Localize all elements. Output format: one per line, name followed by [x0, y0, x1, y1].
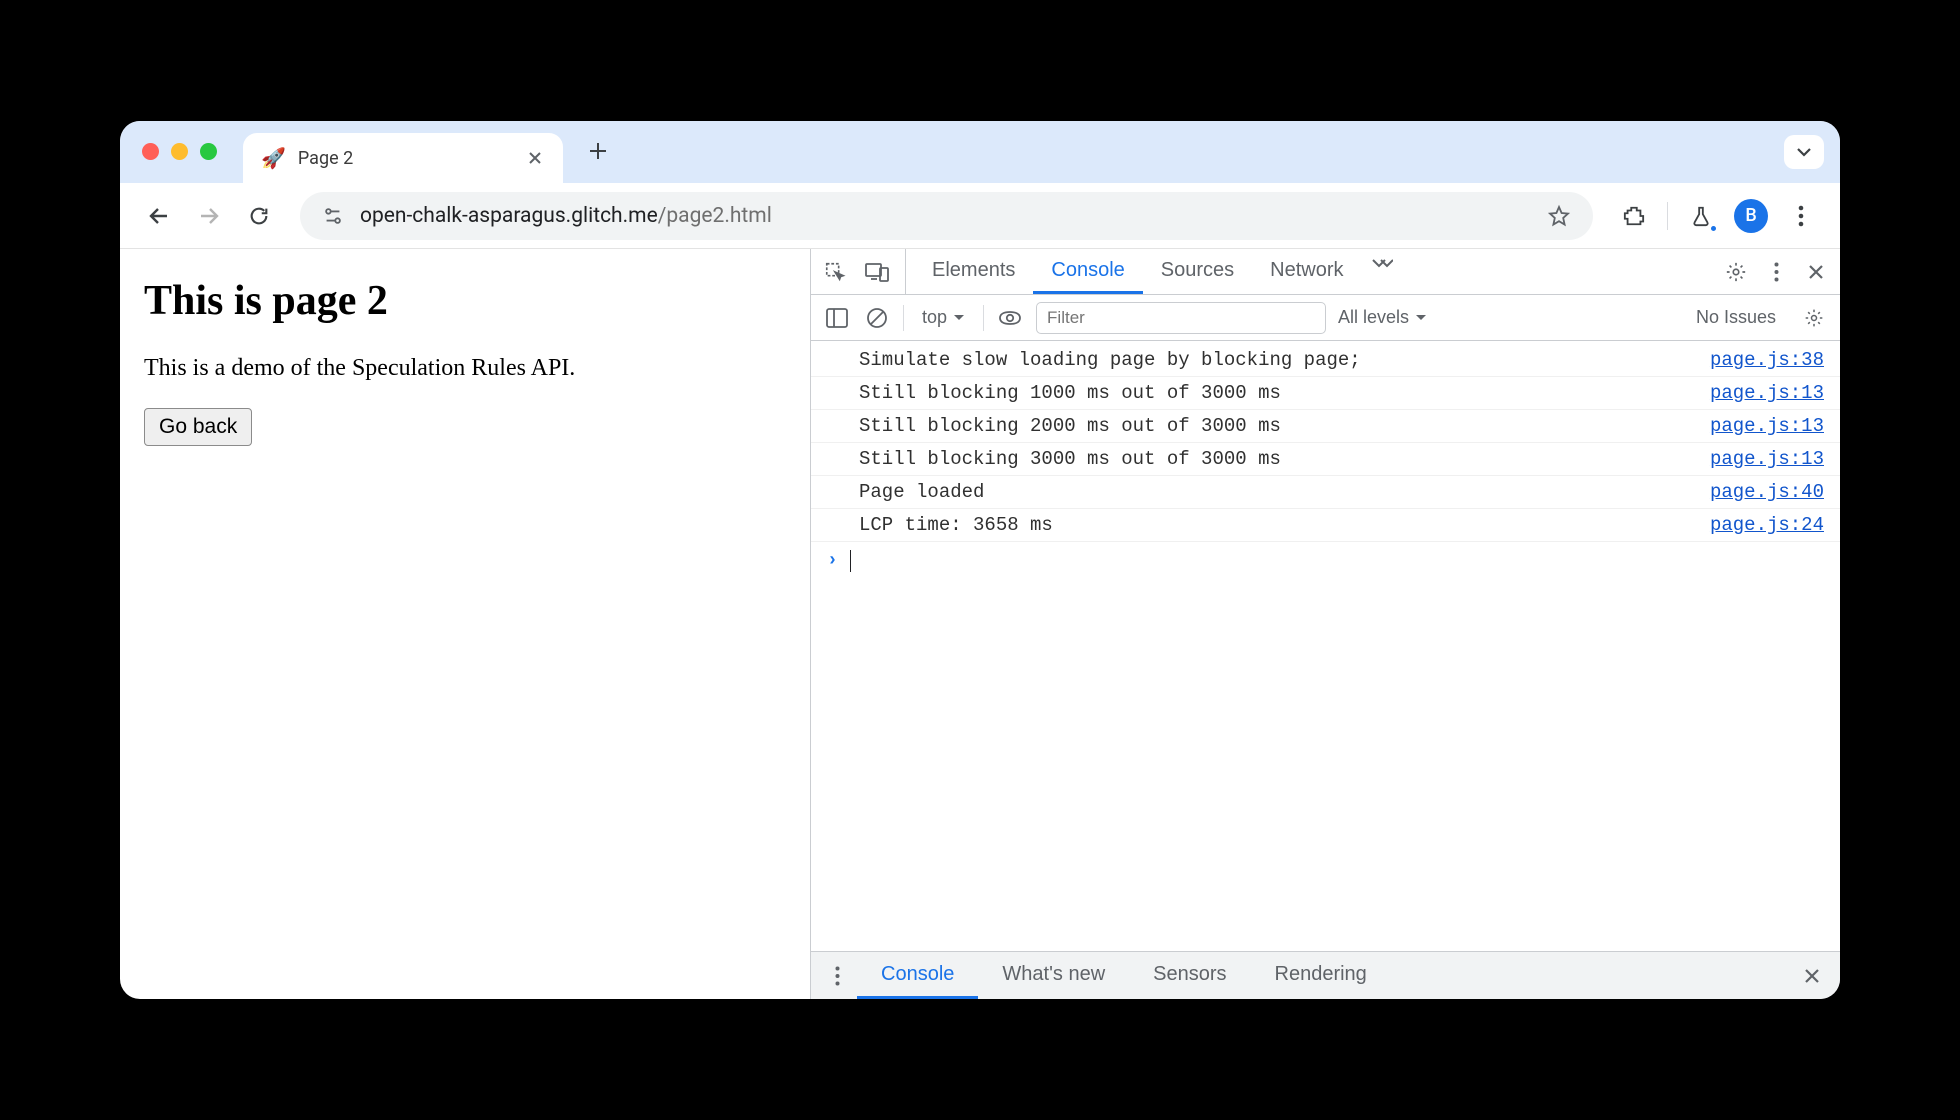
drawer-close-icon[interactable]: [1796, 968, 1828, 984]
chrome-menu-icon[interactable]: [1780, 195, 1822, 237]
drawer-tab-sensors[interactable]: Sensors: [1129, 952, 1250, 999]
devtools-tab-network[interactable]: Network: [1252, 249, 1361, 294]
console-toolbar: top All levels No Issues: [811, 295, 1840, 341]
go-back-button[interactable]: Go back: [144, 408, 252, 446]
devtools-drawer: Console What's new Sensors Rendering: [811, 951, 1840, 999]
devtools-tabbar: Elements Console Sources Network: [811, 249, 1840, 295]
new-tab-button[interactable]: [581, 142, 615, 160]
window-maximize-button[interactable]: [200, 143, 217, 160]
console-issues-button[interactable]: No Issues: [1696, 307, 1776, 328]
console-message: Still blocking 1000 ms out of 3000 ms pa…: [811, 376, 1840, 409]
console-source-link[interactable]: page.js:13: [1710, 382, 1824, 404]
tabs-overflow-button[interactable]: [1784, 135, 1824, 169]
page-paragraph: This is a demo of the Speculation Rules …: [144, 355, 786, 382]
prompt-cursor: [850, 550, 852, 572]
page-pane: This is page 2 This is a demo of the Spe…: [120, 249, 810, 999]
tab-favicon: 🚀: [261, 146, 286, 170]
devtools-kebab-icon[interactable]: [1762, 258, 1790, 286]
drawer-kebab-icon[interactable]: [823, 962, 851, 990]
inspect-element-icon[interactable]: [821, 258, 849, 286]
console-filter-input[interactable]: [1036, 302, 1326, 334]
profile-avatar[interactable]: B: [1734, 199, 1768, 233]
console-message: LCP time: 3658 ms page.js:24: [811, 508, 1840, 541]
console-message: Still blocking 2000 ms out of 3000 ms pa…: [811, 409, 1840, 442]
labs-icon[interactable]: [1680, 195, 1722, 237]
forward-button[interactable]: [188, 195, 230, 237]
back-button[interactable]: [138, 195, 180, 237]
browser-tab[interactable]: 🚀 Page 2: [243, 133, 563, 183]
devtools-tab-console[interactable]: Console: [1033, 249, 1142, 294]
console-source-link[interactable]: page.js:13: [1710, 448, 1824, 470]
page-heading: This is page 2: [144, 277, 786, 325]
console-messages: Simulate slow loading page by blocking p…: [811, 341, 1840, 951]
console-message: Simulate slow loading page by blocking p…: [811, 341, 1840, 376]
bookmark-star-icon[interactable]: [1547, 204, 1571, 228]
console-message: Still blocking 3000 ms out of 3000 ms pa…: [811, 442, 1840, 475]
devtools-more-tabs-icon[interactable]: [1368, 249, 1396, 277]
drawer-tab-console[interactable]: Console: [857, 952, 978, 999]
console-prompt[interactable]: ›: [811, 541, 1840, 580]
drawer-tab-rendering[interactable]: Rendering: [1251, 952, 1391, 999]
url-bar[interactable]: open-chalk-asparagus.glitch.me/page2.htm…: [300, 192, 1593, 240]
browser-toolbar: open-chalk-asparagus.glitch.me/page2.htm…: [120, 183, 1840, 249]
console-source-link[interactable]: page.js:13: [1710, 415, 1824, 437]
window-minimize-button[interactable]: [171, 143, 188, 160]
console-levels-button[interactable]: All levels: [1338, 307, 1427, 328]
live-expression-icon[interactable]: [996, 304, 1024, 332]
prompt-chevron-icon: ›: [827, 551, 838, 571]
devtools-close-icon[interactable]: [1802, 258, 1830, 286]
drawer-tab-whatsnew[interactable]: What's new: [978, 952, 1129, 999]
reload-button[interactable]: [238, 195, 280, 237]
window-close-button[interactable]: [142, 143, 159, 160]
devtools-tab-elements[interactable]: Elements: [914, 249, 1033, 294]
browser-window: 🚀 Page 2: [120, 121, 1840, 999]
console-clear-icon[interactable]: [863, 304, 891, 332]
console-source-link[interactable]: page.js:38: [1710, 349, 1824, 371]
tab-strip: 🚀 Page 2: [120, 121, 1840, 183]
console-settings-icon[interactable]: [1800, 304, 1828, 332]
devtools-tab-sources[interactable]: Sources: [1143, 249, 1252, 294]
site-info-icon[interactable]: [322, 205, 344, 227]
devtools-panel: Elements Console Sources Network: [810, 249, 1840, 999]
console-context-button[interactable]: top: [916, 307, 971, 328]
toolbar-separator: [1667, 202, 1668, 230]
window-controls: [142, 143, 217, 160]
tab-title: Page 2: [298, 148, 509, 169]
console-message: Page loaded page.js:40: [811, 475, 1840, 508]
content-area: This is page 2 This is a demo of the Spe…: [120, 249, 1840, 999]
url-text: open-chalk-asparagus.glitch.me/page2.htm…: [360, 204, 1531, 228]
tab-close-button[interactable]: [521, 150, 549, 166]
extensions-icon[interactable]: [1613, 195, 1655, 237]
devtools-settings-icon[interactable]: [1722, 258, 1750, 286]
console-sidebar-toggle-icon[interactable]: [823, 304, 851, 332]
console-source-link[interactable]: page.js:40: [1710, 481, 1824, 503]
device-toggle-icon[interactable]: [863, 258, 891, 286]
console-source-link[interactable]: page.js:24: [1710, 514, 1824, 536]
